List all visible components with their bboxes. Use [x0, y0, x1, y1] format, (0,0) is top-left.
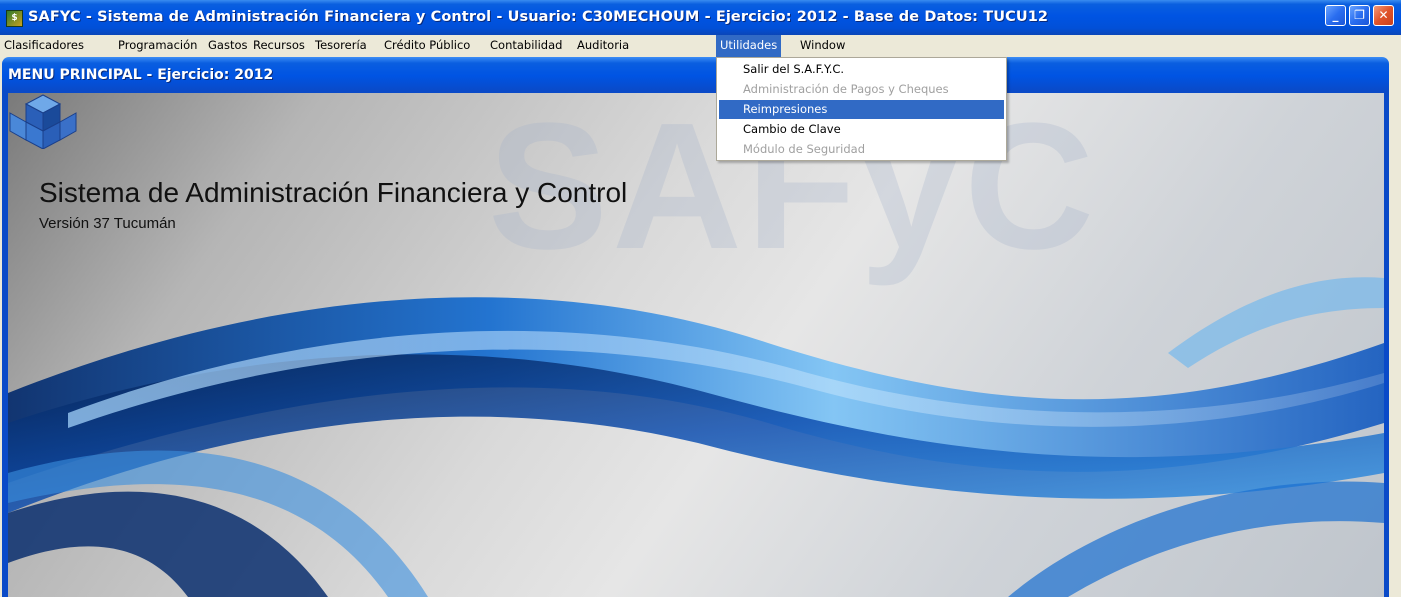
menu-item-salir[interactable]: Salir del S.A.F.Y.C. — [719, 60, 1004, 79]
menu-bar: Clasificadores Programación Gastos Recur… — [0, 35, 1401, 57]
cube-logo-icon — [9, 94, 77, 149]
child-window-titlebar[interactable]: MENU PRINCIPAL - Ejercicio: 2012 — [2, 57, 1389, 91]
menu-contabilidad[interactable]: Contabilidad — [486, 35, 566, 57]
restore-button[interactable]: ❐ — [1349, 5, 1370, 26]
splash-heading: Sistema de Administración Financiera y C… — [39, 177, 628, 208]
window-title: SAFYC - Sistema de Administración Financ… — [28, 9, 1049, 25]
menu-item-cambio-de-clave[interactable]: Cambio de Clave — [719, 120, 1004, 139]
menu-clasificadores[interactable]: Clasificadores — [0, 35, 88, 57]
menu-window[interactable]: Window — [796, 35, 849, 57]
app-icon[interactable]: $ — [6, 10, 23, 27]
close-icon: ✕ — [1378, 8, 1389, 22]
menu-item-modulo-de-seguridad: Módulo de Seguridad — [743, 142, 865, 156]
window-titlebar[interactable]: $ SAFYC - Sistema de Administración Fina… — [0, 0, 1401, 35]
menu-gastos[interactable]: Gastos — [204, 35, 252, 57]
menu-auditoria[interactable]: Auditoria — [573, 35, 633, 57]
minimize-button[interactable]: _ — [1325, 5, 1346, 26]
splash-version: Versión 37 Tucumán — [39, 215, 176, 232]
child-window-title: MENU PRINCIPAL - Ejercicio: 2012 — [8, 67, 274, 83]
menu-recursos[interactable]: Recursos — [249, 35, 309, 57]
utilidades-dropdown-menu: Salir del S.A.F.Y.C. Administración de P… — [716, 57, 1007, 161]
menu-utilidades[interactable]: Utilidades — [716, 35, 782, 57]
menu-programacion[interactable]: Programación — [114, 35, 201, 57]
menu-tesoreria[interactable]: Tesorería — [311, 35, 371, 57]
menu-item-reimpresiones[interactable]: Reimpresiones — [719, 100, 1004, 119]
menu-credito-publico[interactable]: Crédito Público — [380, 35, 474, 57]
restore-icon: ❐ — [1354, 8, 1365, 22]
splash-background: SAFyC Sistema de Administración Financie… — [8, 93, 1384, 597]
menu-item-administracion-pagos-cheques: Administración de Pagos y Cheques — [743, 82, 949, 96]
minimize-icon: _ — [1332, 8, 1339, 22]
close-button[interactable]: ✕ — [1373, 5, 1394, 26]
